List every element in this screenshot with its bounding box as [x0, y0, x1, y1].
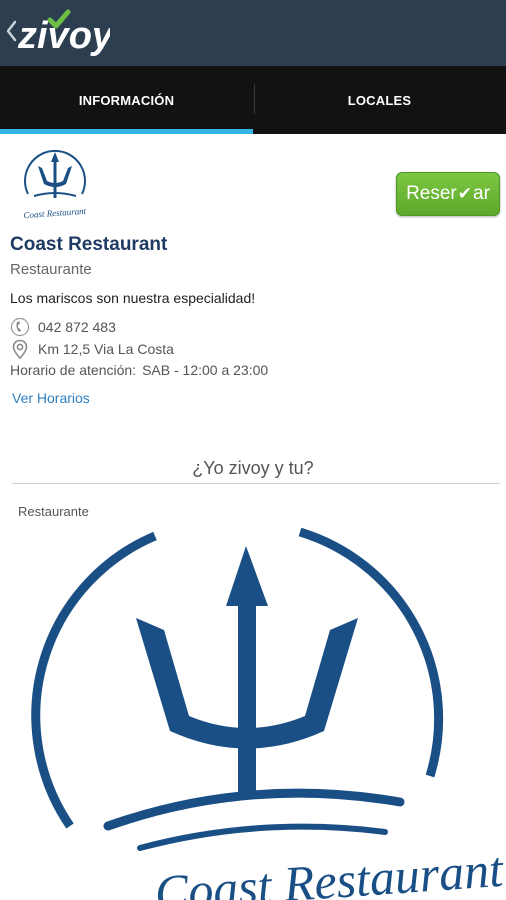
- tagline: ¿Yo zivoy y tu?: [192, 458, 314, 478]
- address-row[interactable]: Km 12,5 Via La Costa: [10, 339, 174, 359]
- photo-category-label: Restaurante: [18, 504, 89, 519]
- svg-text:Coast Restaurant: Coast Restaurant: [23, 206, 87, 220]
- reserve-button[interactable]: Reser ✔ ar: [396, 172, 500, 216]
- section-divider: [12, 483, 500, 484]
- phone-row[interactable]: 042 872 483: [10, 317, 116, 337]
- restaurant-logo-large: Coast Restaurant: [31, 527, 506, 900]
- hours-row: Horario de atención: SAB - 12:00 a 23:00: [10, 362, 268, 378]
- address-text: Km 12,5 Via La Costa: [38, 341, 174, 357]
- phone-icon: [10, 317, 30, 337]
- ver-horarios-link[interactable]: Ver Horarios: [12, 390, 90, 406]
- restaurant-category: Restaurante: [10, 261, 92, 278]
- hours-value: SAB - 12:00 a 23:00: [142, 362, 269, 378]
- tab-indicator: [0, 129, 253, 134]
- svg-text:Coast Restaurant: Coast Restaurant: [153, 841, 506, 900]
- restaurant-name: Coast Restaurant: [10, 234, 168, 255]
- reserve-label-start: Reser: [406, 183, 457, 204]
- tab-informacion[interactable]: INFORMACIÓN: [0, 66, 253, 134]
- svg-text:zivoy: zivoy: [17, 15, 110, 57]
- phone-number: 042 872 483: [38, 319, 116, 335]
- restaurant-description: Los mariscos son nuestra especialidad!: [10, 290, 256, 306]
- tab-locales[interactable]: LOCALES: [253, 66, 506, 134]
- check-icon: ✔: [457, 184, 473, 203]
- restaurant-logo: Coast Restaurant: [23, 150, 87, 220]
- tab-bar: INFORMACIÓN LOCALES: [0, 66, 506, 134]
- hours-label: Horario de atención:: [10, 362, 137, 378]
- brand-logo: zivoy: [17, 9, 110, 57]
- map-pin-icon: [12, 339, 28, 359]
- app-bar: zivoy: [0, 0, 506, 66]
- reserve-label-end: ar: [473, 183, 490, 204]
